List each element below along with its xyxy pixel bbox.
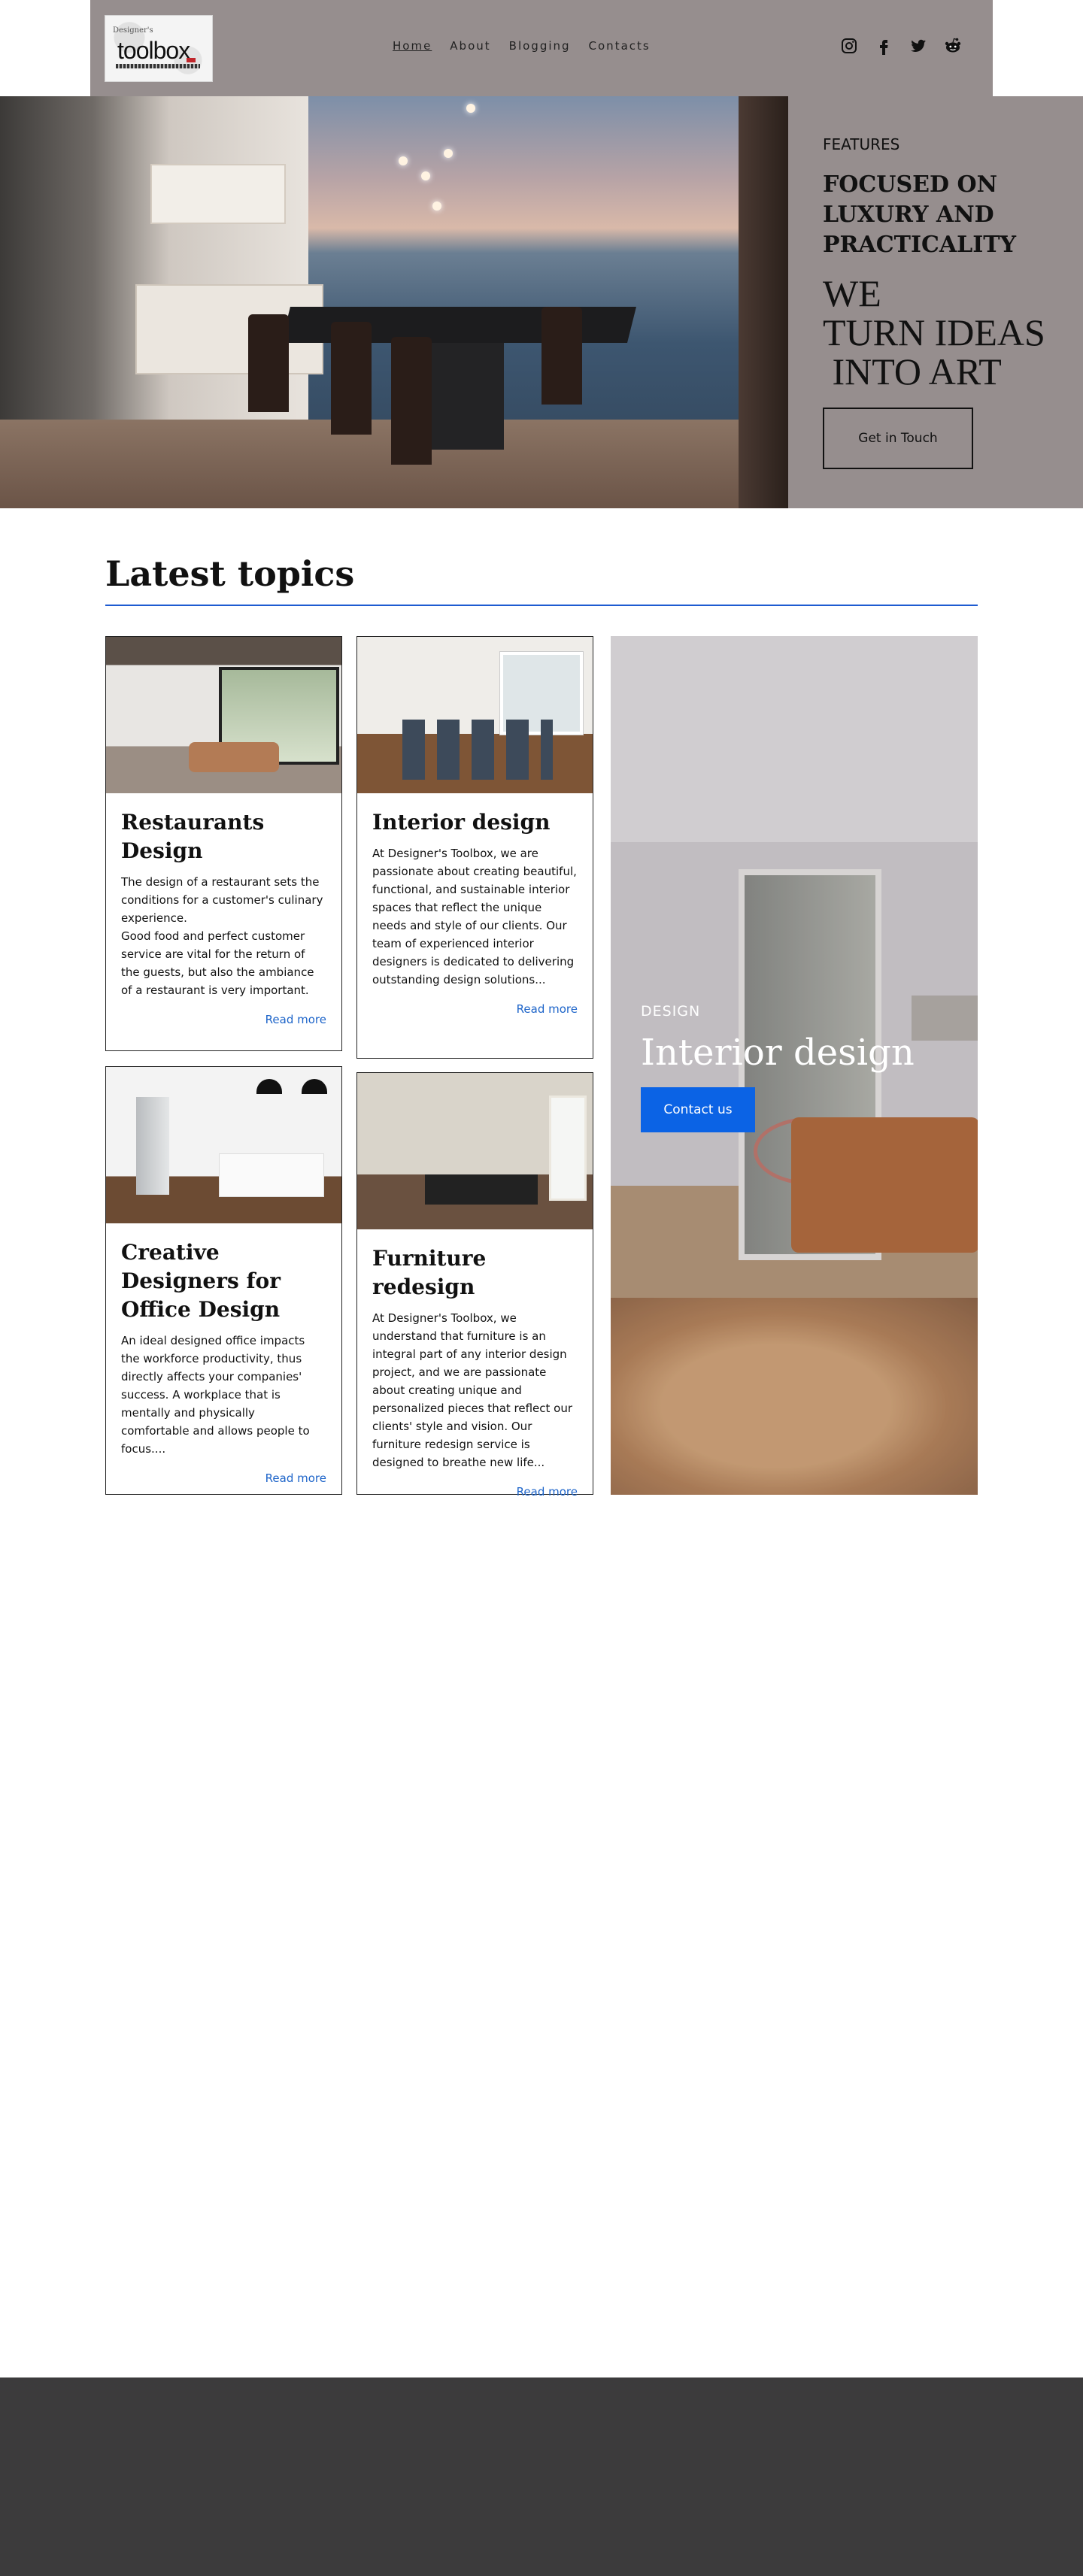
nav-home[interactable]: Home: [393, 39, 432, 53]
pendant-light: [432, 202, 441, 211]
hero-window-frame: [739, 96, 788, 508]
read-more-link[interactable]: Read more: [121, 1013, 326, 1026]
hero-chair: [391, 337, 432, 465]
read-more-link[interactable]: Read more: [372, 1002, 578, 1016]
card-title[interactable]: Creative Designers for Office Design: [121, 1238, 326, 1324]
section-divider: [105, 605, 978, 606]
twitter-icon[interactable]: [909, 36, 928, 56]
card-image-table: [425, 1174, 538, 1205]
card-title[interactable]: Furniture redesign: [372, 1244, 578, 1302]
contact-us-button[interactable]: Contact us: [641, 1087, 755, 1132]
card-title[interactable]: Restaurants Design: [121, 808, 326, 865]
pendant-light: [466, 104, 475, 113]
topic-card-restaurants: Restaurants Design The design of a resta…: [105, 636, 342, 1051]
nav-about[interactable]: About: [450, 39, 490, 53]
reddit-icon[interactable]: [943, 36, 963, 56]
hero-kitchen-shelf: [150, 164, 286, 224]
card-text: The design of a restaurant sets the cond…: [121, 875, 323, 997]
card-image-chairs: [402, 720, 553, 780]
hero-headline: FOCUSED ON LUXURY AND PRACTICALITY: [823, 171, 1017, 258]
card-image-lamp: [302, 1079, 327, 1094]
card-text: At Designer's Toolbox, we are passionate…: [372, 847, 577, 986]
card-title[interactable]: Interior design: [372, 808, 578, 837]
card-image-lamp: [256, 1079, 282, 1094]
logo-small-text: Designer's: [113, 26, 153, 35]
pendant-light: [421, 171, 430, 180]
card-text: An ideal designed office impacts the wor…: [121, 1334, 310, 1456]
hero-chair: [248, 314, 289, 412]
hero-image: [0, 96, 788, 508]
nav-blogging[interactable]: Blogging: [509, 39, 571, 53]
hero-panel: FEATURES FOCUSED ON LUXURY AND PRACTICAL…: [788, 96, 1083, 508]
card-image-sofa: [189, 742, 279, 772]
social-links: [839, 36, 963, 56]
hero-kicker: FEATURES: [823, 135, 900, 153]
card-image[interactable]: [106, 637, 341, 793]
read-more-link[interactable]: Read more: [372, 1485, 578, 1499]
card-image[interactable]: [106, 1067, 341, 1223]
site-header: Designer's toolbox Home About Blogging C…: [90, 0, 993, 96]
pendant-light: [399, 156, 408, 165]
logo-tagline-bar: [116, 64, 200, 68]
feature-card: DESIGN Interior design Contact us: [611, 636, 978, 1495]
read-more-link[interactable]: Read more: [121, 1471, 326, 1485]
logo-red-mark: [187, 58, 196, 62]
pendant-light: [444, 149, 453, 158]
hero-chair: [542, 307, 582, 405]
card-image-fridge: [136, 1097, 169, 1195]
main-nav: Home About Blogging Contacts: [393, 39, 651, 53]
card-image-window: [549, 1096, 587, 1201]
card-image-island: [219, 1153, 324, 1197]
topic-card-interior: Interior design At Designer's Toolbox, w…: [356, 636, 593, 1059]
card-image[interactable]: [357, 1073, 593, 1229]
site-footer: [0, 2377, 1083, 2576]
site-logo[interactable]: Designer's toolbox: [105, 15, 213, 82]
hero-table-base: [421, 337, 504, 450]
card-image[interactable]: [357, 637, 593, 793]
topic-card-furniture: Furniture redesign At Designer's Toolbox…: [356, 1072, 593, 1499]
facebook-icon[interactable]: [874, 36, 893, 56]
hero-tagline: WE TURN IDEAS INTO ART: [823, 272, 1045, 392]
section-title: Latest topics: [105, 553, 355, 594]
feature-kicker: DESIGN: [641, 1003, 701, 1020]
hero-chair: [331, 322, 372, 435]
nav-contacts[interactable]: Contacts: [589, 39, 651, 53]
instagram-icon[interactable]: [839, 36, 859, 56]
card-text: At Designer's Toolbox, we understand tha…: [372, 1311, 573, 1469]
logo-main-text: toolbox: [117, 37, 190, 64]
feature-title: Interior design: [641, 1032, 915, 1074]
get-in-touch-button[interactable]: Get in Touch: [823, 408, 973, 469]
topic-card-office: Creative Designers for Office Design An …: [105, 1066, 342, 1495]
